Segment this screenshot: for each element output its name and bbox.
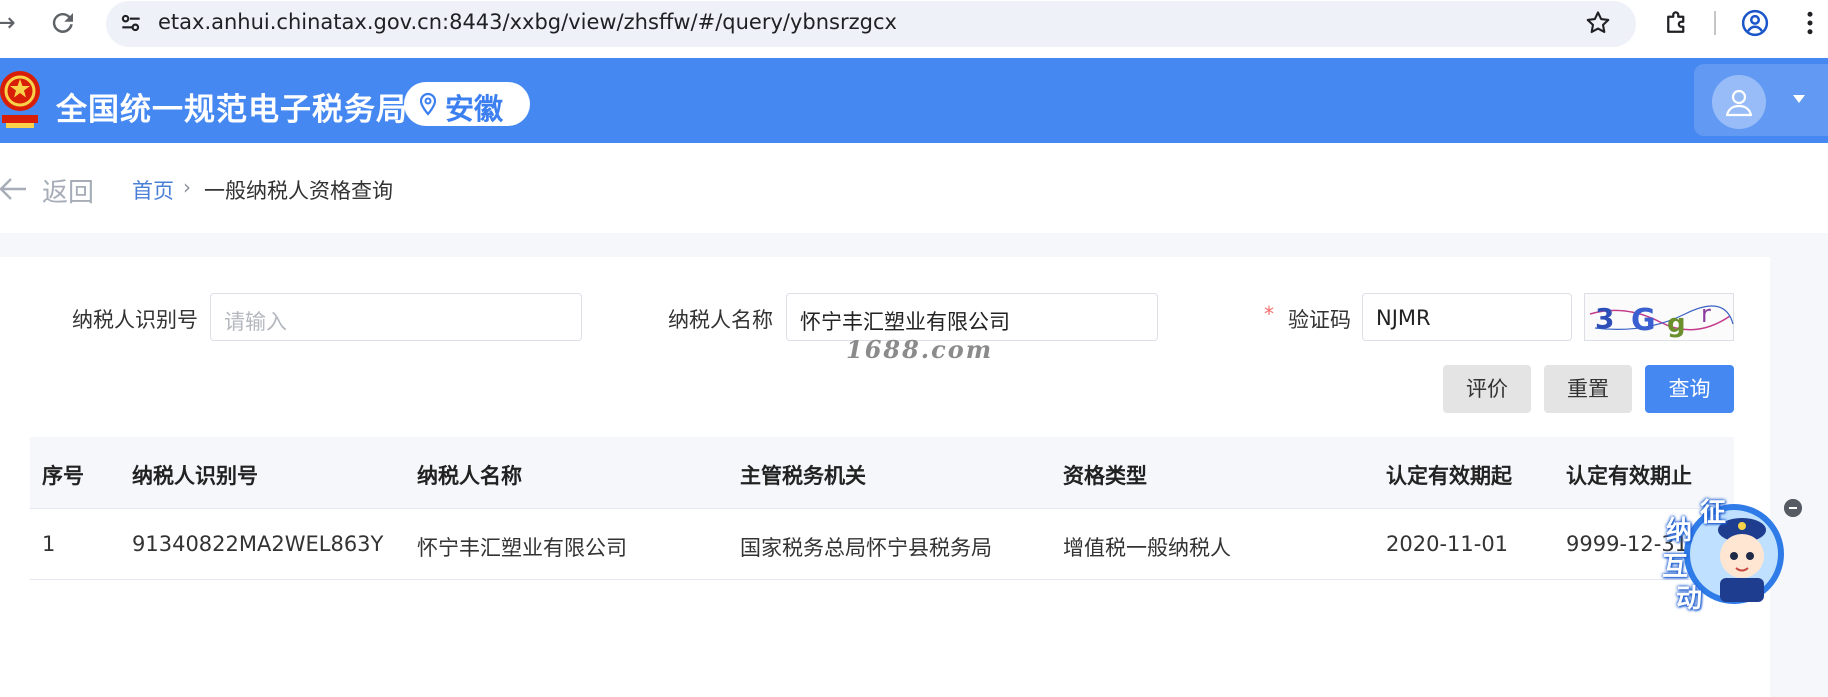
captcha-label: 验证码 xyxy=(1288,308,1351,332)
column-header: 纳税人识别号 xyxy=(132,464,258,488)
query-button[interactable]: 查询 xyxy=(1645,365,1734,413)
breadcrumb-home-link[interactable]: 首页 xyxy=(132,175,174,205)
watermark-text: 1688.com xyxy=(846,335,994,364)
captcha-char: r xyxy=(1701,300,1711,328)
extensions-icon[interactable] xyxy=(1662,8,1692,38)
taxpayer-name-value[interactable]: 怀宁丰汇塑业有限公司 xyxy=(800,306,1010,336)
site-info-icon[interactable] xyxy=(118,10,144,36)
more-menu-icon[interactable] xyxy=(1800,8,1820,38)
back-arrow-icon[interactable] xyxy=(0,176,28,202)
column-header: 认定有效期止 xyxy=(1566,464,1692,488)
required-mark: * xyxy=(1264,302,1274,326)
reload-icon[interactable] xyxy=(48,8,78,38)
captcha-char: 3 xyxy=(1595,302,1614,335)
column-header: 序号 xyxy=(42,464,84,488)
widget-char[interactable]: 纳 xyxy=(1666,510,1692,547)
user-icon xyxy=(1725,89,1753,117)
column-header: 纳税人名称 xyxy=(417,464,522,488)
captcha-value[interactable]: NJMR xyxy=(1376,306,1431,330)
widget-char[interactable]: 动 xyxy=(1676,578,1702,615)
table-cell: 国家税务总局怀宁县税务局 xyxy=(740,536,992,560)
location-pin-icon xyxy=(419,92,437,116)
url-text[interactable]: etax.anhui.chinatax.gov.cn:8443/xxbg/vie… xyxy=(158,10,897,34)
toolbar-divider xyxy=(1714,11,1716,35)
table-cell: 91340822MA2WEL863Y xyxy=(132,532,384,556)
close-widget-icon[interactable] xyxy=(1784,499,1802,517)
reset-button[interactable]: 重置 xyxy=(1544,365,1632,413)
taxpayer-name-label: 纳税人名称 xyxy=(668,308,773,332)
app-title: 全国统一规范电子税务局 xyxy=(56,92,408,128)
captcha-char: G xyxy=(1631,303,1656,338)
forward-arrow-icon[interactable]: → xyxy=(0,8,24,38)
back-button[interactable]: 返回 xyxy=(42,172,94,209)
bookmark-star-icon[interactable] xyxy=(1584,9,1612,37)
captcha-graphic: 3 G g r xyxy=(1589,300,1734,339)
breadcrumb-current: 一般纳税人资格查询 xyxy=(204,179,393,203)
region-label[interactable]: 安徽 xyxy=(445,86,503,128)
breadcrumb-separator: › xyxy=(183,175,191,199)
user-avatar[interactable] xyxy=(1712,75,1766,129)
widget-char[interactable]: 征 xyxy=(1700,492,1726,529)
table-cell: 增值税一般纳税人 xyxy=(1063,536,1231,560)
table-divider xyxy=(30,579,1734,580)
taxpayer-id-label: 纳税人识别号 xyxy=(72,308,198,332)
captcha-image[interactable]: 3 G g r xyxy=(1584,293,1734,341)
table-cell: 2020-11-01 xyxy=(1386,532,1509,556)
taxpayer-id-placeholder[interactable]: 请输入 xyxy=(224,306,287,336)
table-cell: 1 xyxy=(42,532,56,556)
rate-button[interactable]: 评价 xyxy=(1443,365,1531,413)
table-cell: 怀宁丰汇塑业有限公司 xyxy=(417,536,627,560)
column-header: 主管税务机关 xyxy=(740,464,866,488)
national-emblem-logo xyxy=(0,71,40,128)
profile-icon[interactable] xyxy=(1740,8,1770,38)
table-divider xyxy=(30,508,1734,509)
column-header: 认定有效期起 xyxy=(1386,464,1512,488)
captcha-char: g xyxy=(1667,309,1686,339)
column-header: 资格类型 xyxy=(1063,464,1147,488)
caret-down-icon[interactable] xyxy=(1792,94,1806,104)
